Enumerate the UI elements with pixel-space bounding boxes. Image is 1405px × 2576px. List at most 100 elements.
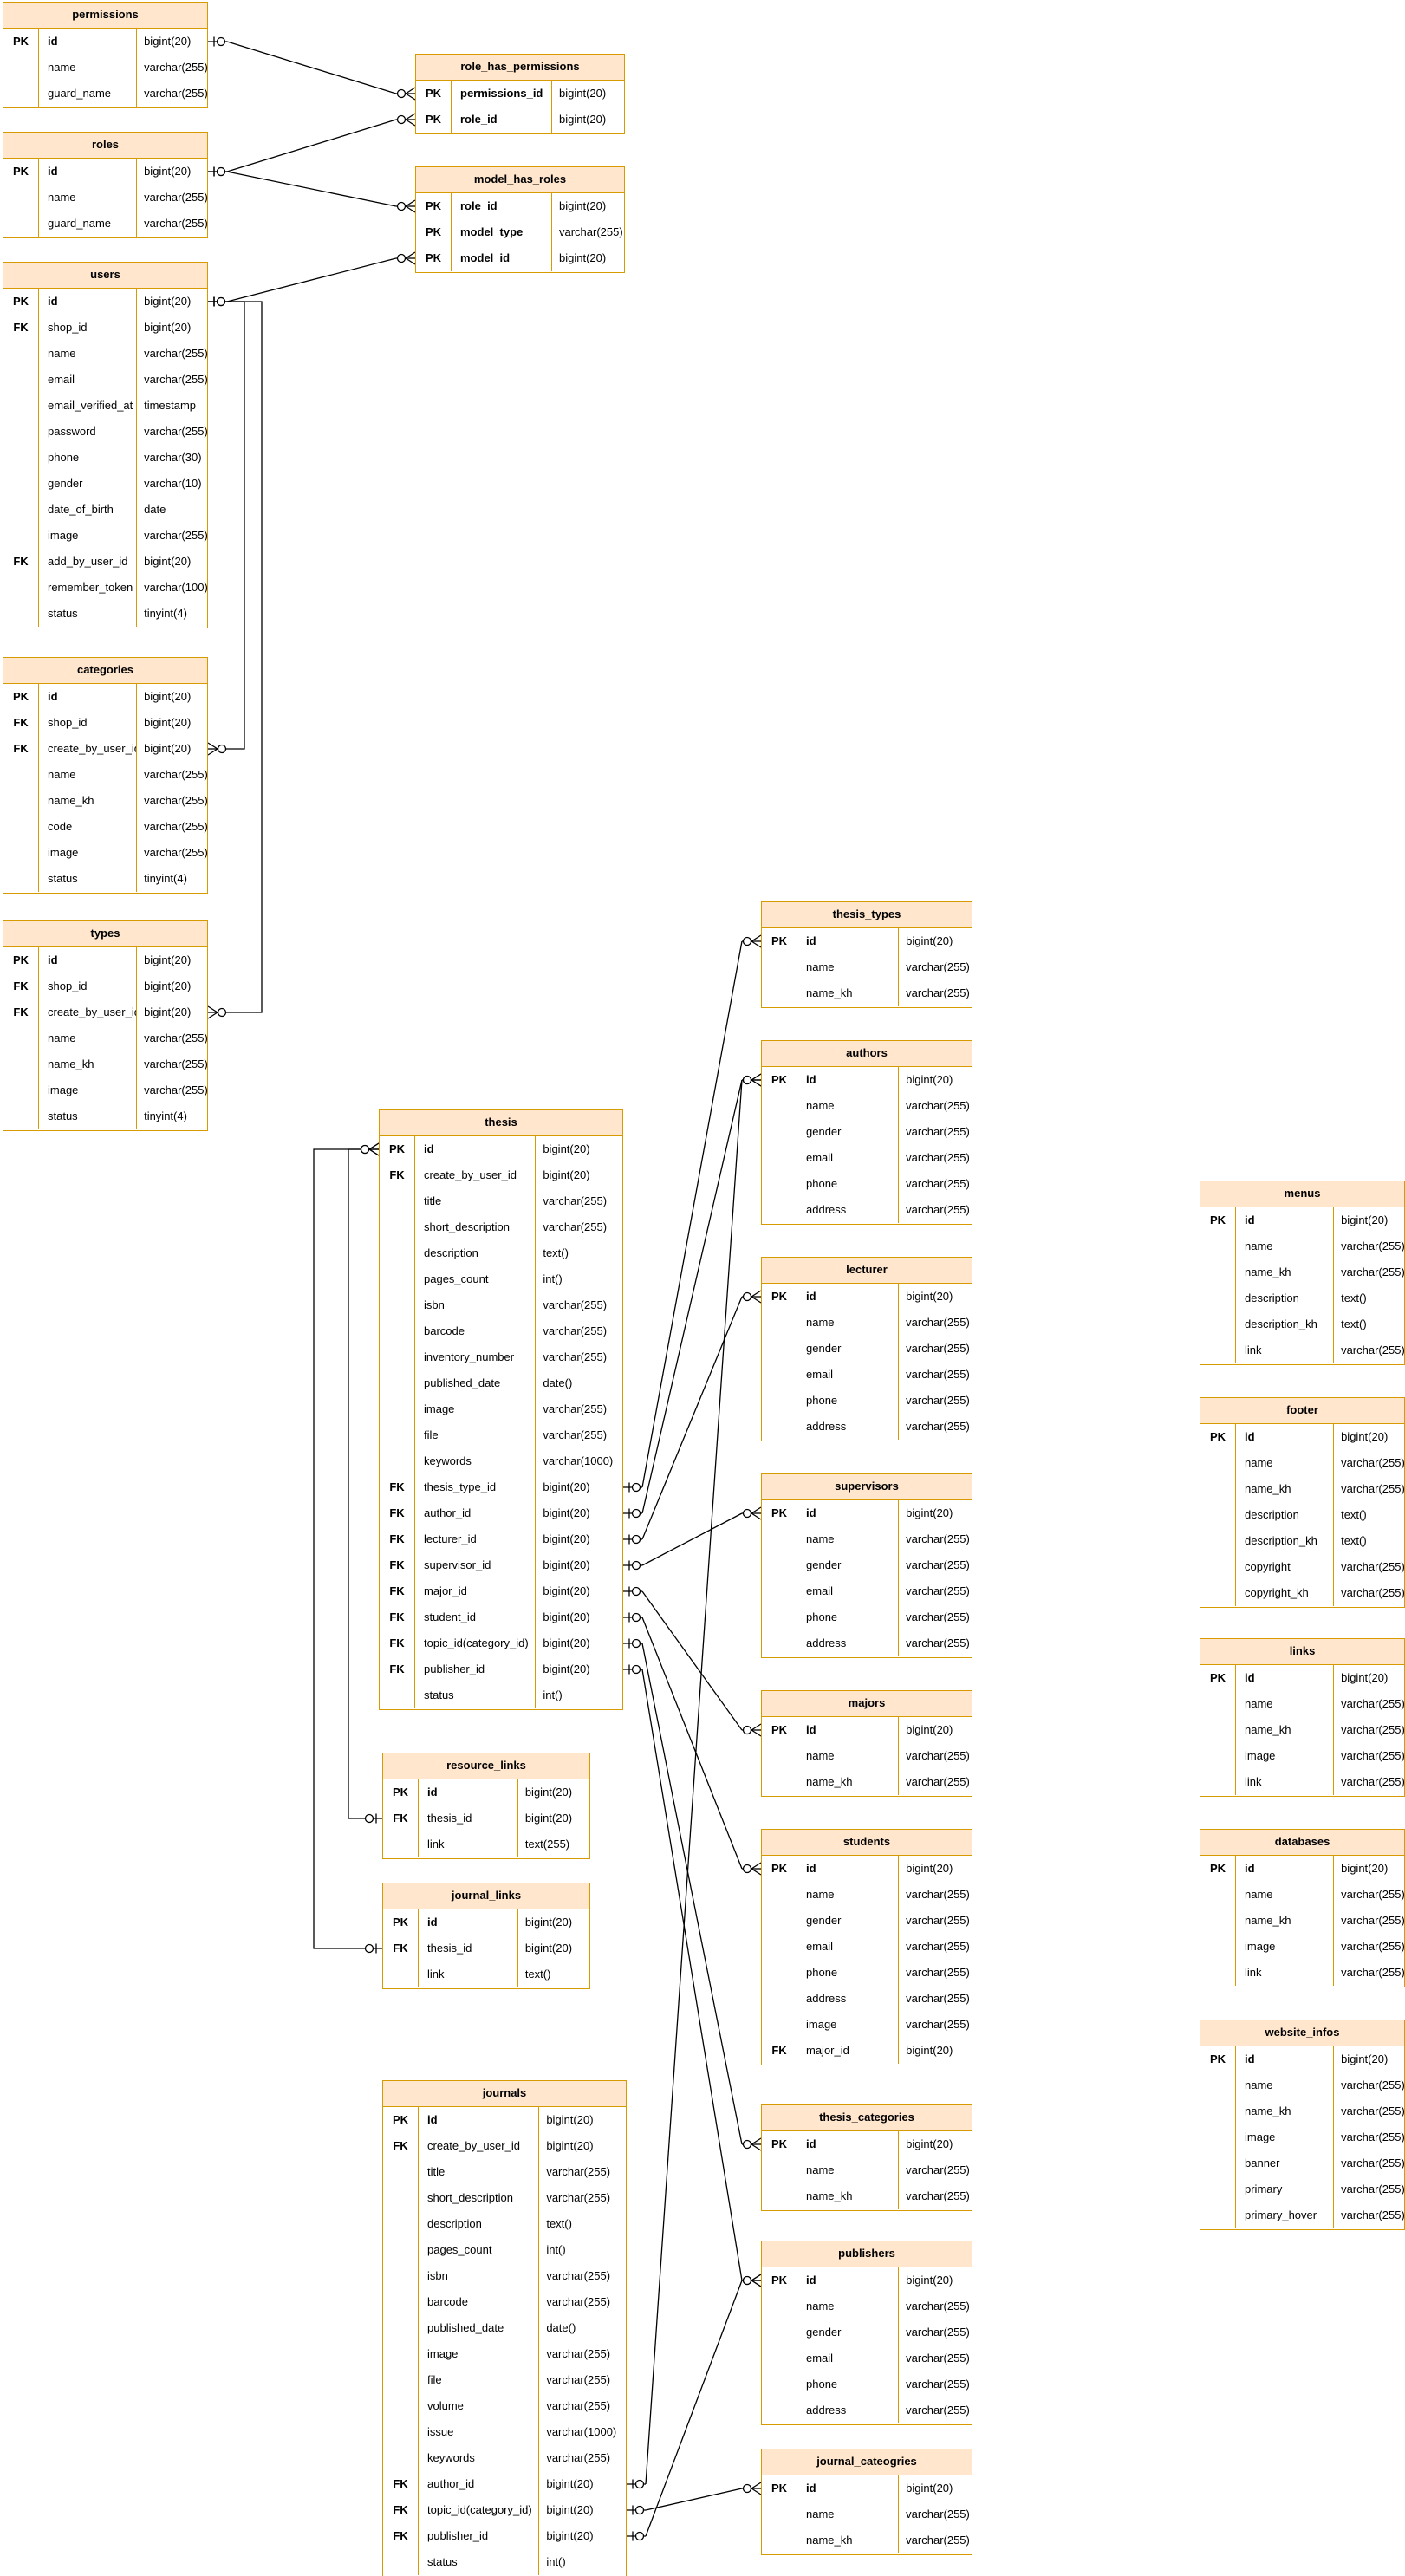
field-type: varchar(255) <box>137 762 207 788</box>
table-journal_cateogries[interactable]: journal_cateogriesPKidbigint(20)namevarc… <box>761 2449 972 2555</box>
table-model_has_roles[interactable]: model_has_rolesPKrole_idbigint(20)PKmode… <box>415 166 625 273</box>
table-title: users <box>3 263 207 289</box>
table-users[interactable]: usersPKidbigint(20)FKshop_idbigint(20)na… <box>3 262 208 628</box>
key-label <box>1200 1554 1235 1580</box>
table-menus[interactable]: menusPKidbigint(20)namevarchar(255)name_… <box>1200 1181 1405 1365</box>
field-name: email <box>797 1362 899 1388</box>
field-row: namevarchar(255) <box>762 1526 972 1552</box>
field-row: FKcreate_by_user_idbigint(20) <box>383 2133 626 2159</box>
field-type: varchar(10) <box>137 471 207 497</box>
field-type: bigint(20) <box>518 1935 589 1961</box>
table-databases[interactable]: databasesPKidbigint(20)namevarchar(255)n… <box>1200 1829 1405 1987</box>
field-type: varchar(255) <box>899 1171 972 1197</box>
table-types[interactable]: typesPKidbigint(20)FKshop_idbigint(20)FK… <box>3 920 208 1131</box>
field-type: varchar(255) <box>1334 1743 1404 1769</box>
key-label <box>1200 1285 1235 1311</box>
field-row: gendervarchar(10) <box>3 471 207 497</box>
table-title: journals <box>383 2081 626 2107</box>
table-students[interactable]: studentsPKidbigint(20)namevarchar(255)ge… <box>761 1829 972 2065</box>
table-thesis[interactable]: thesisPKidbigint(20)FKcreate_by_user_idb… <box>379 1109 623 1710</box>
field-row: addressvarchar(255) <box>762 2397 972 2423</box>
key-label <box>762 2319 797 2345</box>
table-title: menus <box>1200 1181 1404 1207</box>
table-role_has_permissions[interactable]: role_has_permissionsPKpermissions_idbigi… <box>415 54 625 134</box>
key-label <box>1200 1769 1235 1795</box>
field-name: address <box>797 1986 899 2012</box>
field-name: permissions_id <box>451 81 552 107</box>
field-type: timestamp <box>137 393 207 419</box>
key-label <box>3 840 38 866</box>
key-label: PK <box>762 2475 797 2501</box>
field-row: keywordsvarchar(255) <box>383 2445 626 2471</box>
field-name: image <box>38 840 137 866</box>
field-row: emailvarchar(255) <box>762 1934 972 1960</box>
table-thesis_categories[interactable]: thesis_categoriesPKidbigint(20)namevarch… <box>761 2104 972 2211</box>
field-row: emailvarchar(255) <box>762 1362 972 1388</box>
table-authors[interactable]: authorsPKidbigint(20)namevarchar(255)gen… <box>761 1040 972 1225</box>
table-journal_links[interactable]: journal_linksPKidbigint(20)FKthesis_idbi… <box>382 1883 590 1989</box>
field-row: FKadd_by_user_idbigint(20) <box>3 549 207 575</box>
field-type: bigint(20) <box>518 1805 589 1831</box>
field-type: int() <box>539 2237 626 2263</box>
table-links[interactable]: linksPKidbigint(20)namevarchar(255)name_… <box>1200 1638 1405 1797</box>
field-type: varchar(255) <box>899 2501 972 2527</box>
field-name: description_kh <box>1235 1528 1334 1554</box>
field-row: emailvarchar(255) <box>3 367 207 393</box>
key-label: PK <box>416 107 451 133</box>
key-label: PK <box>1200 1856 1235 1882</box>
field-row: FKmajor_idbigint(20) <box>380 1578 622 1604</box>
key-label <box>3 497 38 523</box>
field-name: name <box>38 55 137 81</box>
field-type: bigint(20) <box>137 710 207 736</box>
field-row: FKstudent_idbigint(20) <box>380 1604 622 1630</box>
field-type: bigint(20) <box>899 1717 972 1743</box>
field-type: date <box>137 497 207 523</box>
field-row: PKmodel_idbigint(20) <box>416 245 624 271</box>
key-label <box>383 2211 418 2237</box>
table-lecturer[interactable]: lecturerPKidbigint(20)namevarchar(255)ge… <box>761 1257 972 1441</box>
field-name: status <box>414 1682 536 1708</box>
key-label: FK <box>380 1552 414 1578</box>
table-thesis_types[interactable]: thesis_typesPKidbigint(20)namevarchar(25… <box>761 901 972 1008</box>
table-footer[interactable]: footerPKidbigint(20)namevarchar(255)name… <box>1200 1397 1405 1608</box>
field-name: id <box>797 2131 899 2157</box>
table-roles[interactable]: rolesPKidbigint(20)namevarchar(255)guard… <box>3 132 208 238</box>
field-type: bigint(20) <box>552 81 624 107</box>
table-supervisors[interactable]: supervisorsPKidbigint(20)namevarchar(255… <box>761 1473 972 1658</box>
field-name: author_id <box>418 2471 539 2497</box>
field-type: varchar(255) <box>137 523 207 549</box>
table-majors[interactable]: majorsPKidbigint(20)namevarchar(255)name… <box>761 1690 972 1797</box>
key-label: PK <box>416 245 451 271</box>
key-label <box>380 1344 414 1370</box>
key-label <box>1200 1743 1235 1769</box>
key-label: PK <box>3 29 38 55</box>
field-row: PKidbigint(20) <box>1200 2046 1404 2072</box>
field-row: namevarchar(255) <box>762 1093 972 1119</box>
field-row: phonevarchar(255) <box>762 2371 972 2397</box>
table-permissions[interactable]: permissionsPKidbigint(20)namevarchar(255… <box>3 2 208 108</box>
field-row: guard_namevarchar(255) <box>3 211 207 237</box>
field-row: PKidbigint(20) <box>1200 1424 1404 1450</box>
field-type: varchar(255) <box>536 1422 622 1448</box>
table-title: supervisors <box>762 1474 972 1500</box>
field-row: FKshop_idbigint(20) <box>3 315 207 341</box>
field-name: status <box>38 866 137 892</box>
field-name: copyright <box>1235 1554 1334 1580</box>
field-name: primary_hover <box>1235 2202 1334 2228</box>
key-label: PK <box>380 1136 414 1162</box>
table-publishers[interactable]: publishersPKidbigint(20)namevarchar(255)… <box>761 2241 972 2425</box>
field-type: text() <box>1334 1528 1404 1554</box>
field-type: varchar(255) <box>899 1908 972 1934</box>
field-row: name_khvarchar(255) <box>3 788 207 814</box>
field-name: image <box>1235 2124 1334 2150</box>
field-name: id <box>38 289 137 315</box>
table-website_infos[interactable]: website_infosPKidbigint(20)namevarchar(2… <box>1200 2020 1405 2230</box>
field-name: name <box>38 341 137 367</box>
field-name: id <box>797 1067 899 1093</box>
key-label <box>762 2012 797 2038</box>
table-resource_links[interactable]: resource_linksPKidbigint(20)FKthesis_idb… <box>382 1753 590 1859</box>
table-journals[interactable]: journalsPKidbigint(20)FKcreate_by_user_i… <box>382 2080 627 2576</box>
field-type: varchar(255) <box>1334 1960 1404 1986</box>
table-categories[interactable]: categoriesPKidbigint(20)FKshop_idbigint(… <box>3 657 208 894</box>
field-type: bigint(20) <box>1334 1207 1404 1233</box>
